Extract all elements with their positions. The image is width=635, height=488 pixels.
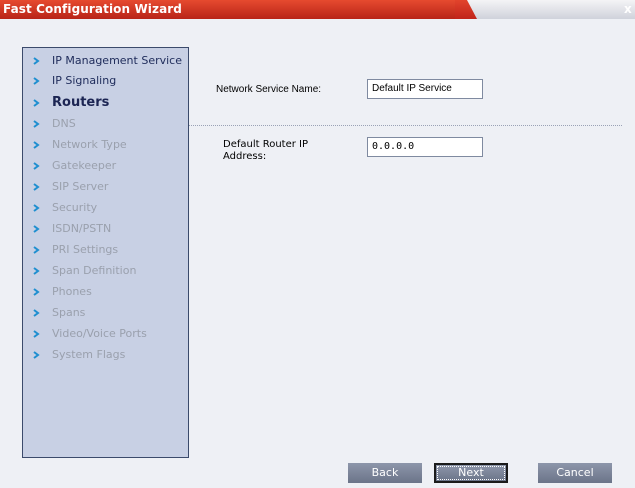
chevron-right-icon — [33, 288, 40, 296]
chevron-right-icon — [33, 330, 40, 338]
sidebar-item-label: Phones — [52, 285, 92, 298]
default-router-ip-label-line1: Default Router IP — [223, 139, 309, 150]
title-bar-tail — [467, 0, 635, 19]
wizard-window: Fast Configuration Wizard x IP Managemen… — [0, 0, 635, 488]
window-title: Fast Configuration Wizard — [3, 2, 182, 16]
sidebar-item-ip-management-service[interactable]: IP Management Service — [23, 51, 188, 71]
chevron-right-icon — [33, 204, 40, 212]
chevron-right-icon — [33, 183, 40, 191]
sidebar-item-system-flags[interactable]: System Flags — [23, 345, 188, 365]
sidebar-item-spans[interactable]: Spans — [23, 303, 188, 323]
sidebar-item-network-type[interactable]: Network Type — [23, 135, 188, 155]
sidebar-item-label: Network Type — [52, 138, 127, 151]
back-button[interactable]: Back — [348, 463, 422, 483]
sidebar-item-routers[interactable]: Routers — [23, 93, 188, 113]
chevron-right-icon — [33, 351, 40, 359]
sidebar-item-label: Spans — [52, 306, 86, 319]
chevron-right-icon — [33, 225, 40, 233]
chevron-right-icon — [33, 162, 40, 170]
sidebar-item-dns[interactable]: DNS — [23, 114, 188, 134]
sidebar-item-label: System Flags — [52, 348, 126, 361]
wizard-steps-sidebar: IP Management Service IP Signaling Routers… — [22, 47, 189, 458]
sidebar-item-phones[interactable]: Phones — [23, 282, 188, 302]
network-service-name-label: Network Service Name: — [216, 84, 322, 95]
sidebar-item-label: Gatekeeper — [52, 159, 117, 172]
sidebar-item-label: IP Management Service — [52, 54, 182, 67]
sidebar-item-pri-settings[interactable]: PRI Settings — [23, 240, 188, 260]
sidebar-item-label: Span Definition — [52, 264, 137, 277]
sidebar-item-label: Security — [52, 201, 98, 214]
chevron-right-icon — [33, 141, 40, 149]
chevron-right-icon — [33, 57, 40, 65]
sidebar-item-isdn-pstn[interactable]: ISDN/PSTN — [23, 219, 188, 239]
main-panel: Network Service Name: Default IP Service… — [189, 47, 622, 458]
chevron-right-icon — [33, 309, 40, 317]
network-service-name-input[interactable]: Default IP Service — [367, 79, 483, 99]
sidebar-item-label: IP Signaling — [52, 74, 117, 87]
sidebar-item-label: DNS — [52, 117, 76, 130]
next-button[interactable]: Next — [434, 463, 508, 483]
sidebar-item-label: PRI Settings — [52, 243, 119, 256]
chevron-right-icon — [33, 120, 40, 128]
sidebar-item-sip-server[interactable]: SIP Server — [23, 177, 188, 197]
sidebar-item-label: ISDN/PSTN — [52, 222, 112, 235]
default-router-ip-label: Default Router IP Address: — [223, 139, 308, 163]
sidebar-item-label: Routers — [52, 95, 110, 110]
close-icon[interactable]: x — [624, 1, 632, 18]
title-bar: Fast Configuration Wizard x — [0, 0, 635, 19]
sidebar-item-security[interactable]: Security — [23, 198, 188, 218]
chevron-right-icon — [33, 246, 40, 254]
sidebar-item-label: SIP Server — [52, 180, 109, 193]
sidebar-item-label: Video/Voice Ports — [52, 327, 147, 340]
sidebar-item-ip-signaling[interactable]: IP Signaling — [23, 71, 188, 91]
default-router-ip-input[interactable]: 0.0.0.0 — [367, 137, 483, 157]
sidebar-item-gatekeeper[interactable]: Gatekeeper — [23, 156, 188, 176]
chevron-right-icon — [33, 99, 40, 107]
chevron-right-icon — [33, 77, 40, 85]
default-router-ip-label-line2: Address: — [223, 151, 267, 162]
sidebar-item-span-definition[interactable]: Span Definition — [23, 261, 188, 281]
sidebar-item-video-voice-ports[interactable]: Video/Voice Ports — [23, 324, 188, 344]
chevron-right-icon — [33, 267, 40, 275]
section-divider — [189, 125, 622, 126]
cancel-button[interactable]: Cancel — [538, 463, 612, 483]
